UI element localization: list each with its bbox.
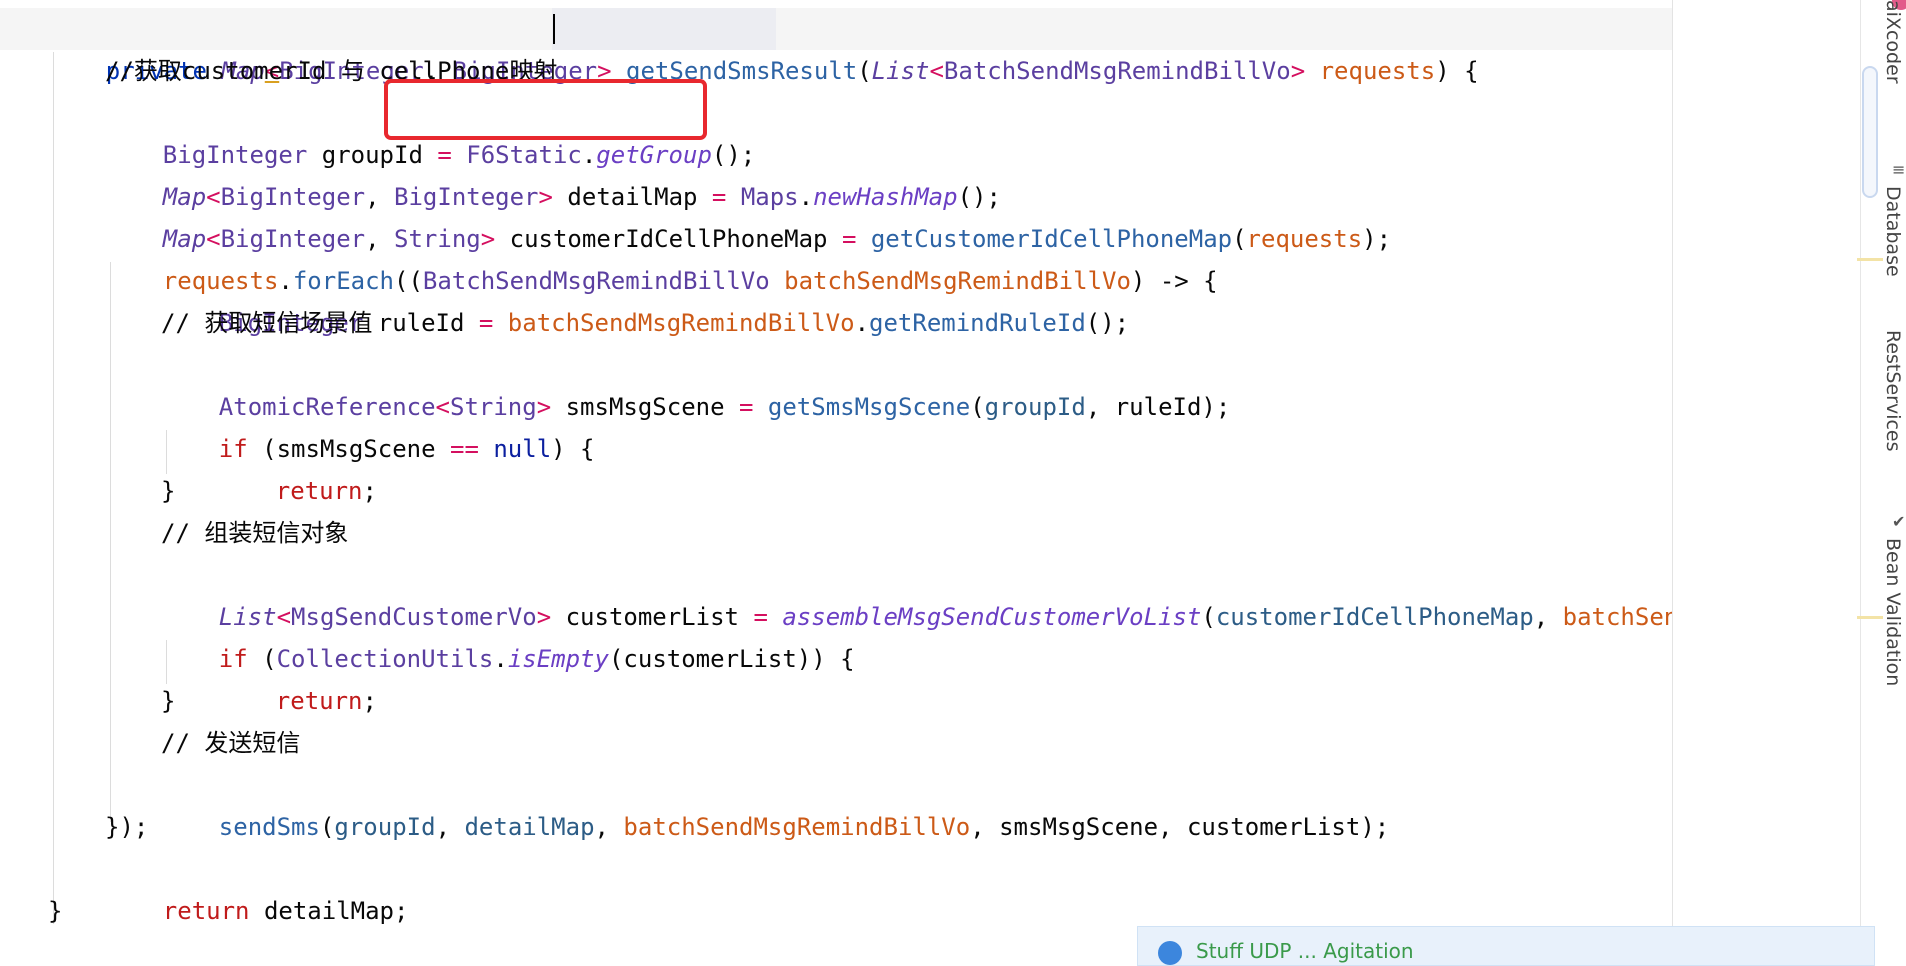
token-parameter: requests	[1319, 57, 1436, 85]
token-punct: ,	[435, 813, 465, 841]
scrollbar-thumb[interactable]	[1862, 66, 1878, 198]
bean-validation-icon: ✔	[1892, 512, 1906, 531]
code-line-1: private Map<BigInteger, BigInteger> getS…	[48, 8, 1479, 85]
code-line-8: // 获取短信场景值	[161, 309, 373, 337]
database-icon: ≡	[1892, 160, 1906, 179]
token-punct: .	[493, 645, 508, 673]
token-punct: ) -> {	[1130, 267, 1218, 295]
info-icon	[1158, 941, 1182, 965]
code-line-21: return detailMap;	[105, 848, 409, 925]
token-static-call: isEmpty	[507, 645, 609, 673]
scroll-marker	[1857, 616, 1883, 619]
token-punct: ;	[362, 687, 377, 715]
code-line-11: return;	[218, 428, 377, 505]
code-line-20: });	[105, 813, 149, 841]
indent-guide	[110, 262, 111, 822]
token-parameter: requests	[1246, 225, 1363, 253]
code-editor[interactable]: private Map<BigInteger, BigInteger> getS…	[0, 0, 1672, 948]
token-parameter: batchSendMsgRemindBillVo	[493, 309, 855, 337]
token-punct: );	[1362, 225, 1392, 253]
code-line-6: requests.forEach((BatchSendMsgRemindBill…	[105, 218, 1218, 295]
token-punct: ) {	[551, 435, 595, 463]
token-punct: ();	[1085, 309, 1130, 337]
token-parameter: batchSendMsgRemindBillVo	[1562, 603, 1672, 631]
token-keyword: return	[275, 477, 363, 505]
token-keyword: return	[162, 897, 250, 925]
token-punct: ,	[1533, 603, 1563, 631]
token-operator: >	[1290, 57, 1306, 85]
token-variable: customerIdCellPhoneMap	[1215, 603, 1534, 631]
token-punct: (	[1232, 225, 1247, 253]
token-identifier: ruleId	[363, 309, 479, 337]
code-line-4: Map<BigInteger, BigInteger> detailMap = …	[105, 134, 1001, 211]
token-method-call: sendSms	[218, 813, 320, 841]
token-punct: );	[1201, 393, 1231, 421]
token-type: BatchSendMsgRemindBillVo	[943, 57, 1291, 85]
notification-text: Stuff UDP ... Agitation	[1196, 939, 1414, 963]
token-punct: (customerList)) {	[608, 645, 855, 673]
token-punct: (	[857, 57, 872, 85]
code-line-15: if (CollectionUtils.isEmpty(customerList…	[161, 596, 855, 673]
code-line-9: AtomicReference<String> smsMsgScene = ge…	[161, 344, 1231, 421]
token-type: List	[871, 57, 930, 85]
token-punct: .	[854, 309, 870, 337]
token-punct: ) {	[1435, 57, 1479, 85]
right-margin-guide	[1672, 0, 1673, 948]
token-variable: detailMap	[464, 813, 595, 841]
code-line-5: Map<BigInteger, String> customerIdCellPh…	[105, 176, 1391, 253]
token-identifier: ruleId	[1114, 393, 1202, 421]
code-line-19: sendSms(groupId, detailMap, batchSendMsg…	[161, 764, 1389, 841]
code-line-17: }	[161, 687, 176, 715]
token-method-call: getSmsMsgScene	[753, 393, 971, 421]
annotation-highlight-box	[384, 79, 707, 140]
token-punct: ,	[594, 813, 624, 841]
token-keyword: return	[275, 687, 363, 715]
text-caret	[553, 14, 555, 44]
scroll-marker	[1857, 258, 1883, 261]
code-line-18: // 发送短信	[161, 729, 301, 757]
token-parameter: batchSendMsgRemindBillVo	[623, 813, 971, 841]
token-identifier: , smsMsgScene, customerList);	[970, 813, 1390, 841]
code-line-14: List<MsgSendCustomerVo> customerList = a…	[161, 554, 1672, 631]
token-operator: ==	[450, 435, 479, 463]
code-line-16: return;	[218, 638, 377, 715]
token-punct: (	[319, 813, 335, 841]
token-operator: =	[478, 309, 494, 337]
tool-window-restservices[interactable]: RestServices	[1882, 330, 1904, 470]
token-punct: ;	[362, 477, 377, 505]
tool-window-bean-validation[interactable]: Bean Validation	[1882, 538, 1904, 706]
code-line-10: if (smsMsgScene == null) {	[161, 386, 595, 463]
token-variable: groupId	[334, 813, 436, 841]
token-punct: ,	[1085, 393, 1115, 421]
code-line-22: }	[48, 897, 63, 925]
token-operator: <	[929, 57, 944, 85]
indent-guide	[53, 52, 54, 924]
code-line-12: }	[161, 477, 176, 505]
token-method-call: getRemindRuleId	[869, 309, 1086, 337]
token-punct: (	[1201, 603, 1216, 631]
token-keyword: null	[493, 435, 552, 463]
code-line-7: BigInteger ruleId = batchSendMsgRemindBi…	[161, 260, 1129, 337]
token-variable: groupId	[984, 393, 1086, 421]
code-line-13: // 组装短信对象	[161, 519, 349, 547]
token-punct: (	[970, 393, 985, 421]
tool-window-database[interactable]: Database	[1882, 186, 1904, 296]
tool-window-aixcoder[interactable]: aiXcoder	[1882, 0, 1904, 120]
token-identifier: detailMap;	[249, 897, 409, 925]
notification-balloon[interactable]: Stuff UDP ... Agitation	[1137, 926, 1875, 966]
token-operator: =	[739, 393, 754, 421]
